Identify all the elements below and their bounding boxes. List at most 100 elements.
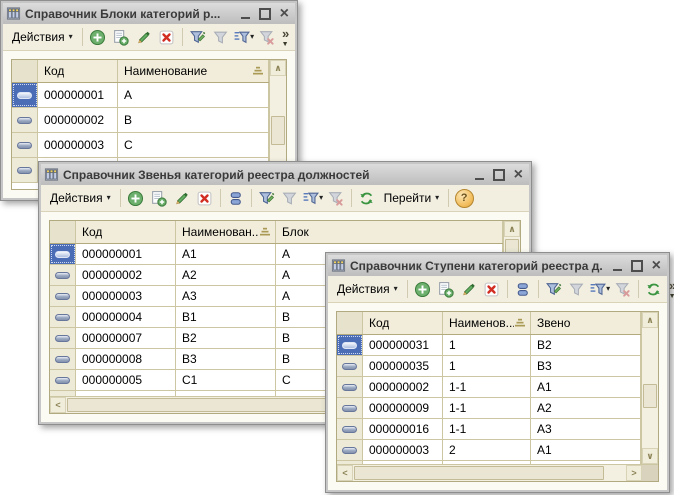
window-directory-steps[interactable]: Справочник Ступени категорий реестра д..… — [325, 252, 670, 493]
filter-history-button[interactable]: ▾ — [233, 26, 255, 48]
delete-button[interactable] — [156, 26, 178, 48]
window-title: Справочник Ступени категорий реестра д..… — [350, 259, 603, 273]
scroll-down-arrow[interactable]: ∨ — [642, 448, 658, 464]
scroll-up-arrow[interactable]: ∧ — [642, 312, 658, 328]
column-header[interactable]: Код — [363, 312, 443, 334]
scrollbar-thumb[interactable] — [643, 384, 657, 408]
scroll-left-arrow[interactable]: < — [50, 397, 66, 413]
column-header[interactable]: Код — [38, 60, 118, 82]
row-marker-cell — [50, 265, 76, 285]
toolbar-overflow-button[interactable]: » ▼ — [666, 278, 674, 301]
add-button[interactable] — [412, 278, 434, 300]
table-row[interactable]: 0000000032A1 — [337, 440, 641, 461]
edit-button[interactable] — [458, 278, 480, 300]
copy-button[interactable] — [148, 187, 170, 209]
chevron-down-icon: ▾ — [107, 194, 111, 202]
vertical-scrollbar[interactable]: ∧ ∨ — [641, 312, 658, 464]
copy-icon — [112, 29, 129, 46]
item-marker-icon — [55, 251, 70, 258]
add-button[interactable] — [87, 26, 109, 48]
horizontal-scrollbar[interactable]: < > — [337, 464, 658, 481]
toolbar-separator — [351, 189, 352, 207]
maximize-button[interactable] — [493, 169, 505, 181]
titlebar[interactable]: Справочник Блоки категорий р... × — [3, 3, 295, 24]
scroll-right-arrow[interactable]: > — [626, 465, 642, 481]
table-row[interactable]: 0000000351B3 — [337, 356, 641, 377]
column-header[interactable]: Наименование — [118, 60, 269, 82]
table-row[interactable]: 000000003C — [12, 133, 269, 158]
column-header[interactable]: Код — [76, 221, 176, 243]
maximize-button[interactable] — [259, 8, 271, 20]
titlebar[interactable]: Справочник Ступени категорий реестра д..… — [328, 255, 667, 276]
hierarchy-view-button[interactable] — [225, 187, 247, 209]
maximize-button[interactable] — [631, 260, 643, 272]
add-button[interactable] — [125, 187, 147, 209]
delete-mark-icon — [196, 190, 213, 207]
delete-button[interactable] — [481, 278, 503, 300]
filter-history-button[interactable]: ▾ — [589, 278, 611, 300]
cell: 000000003 — [76, 286, 176, 306]
column-header[interactable]: Наименов... — [443, 312, 531, 334]
marker-column-header — [50, 221, 76, 243]
copy-button[interactable] — [435, 278, 457, 300]
scroll-up-arrow[interactable]: ∧ — [270, 60, 286, 76]
minimize-button[interactable] — [475, 169, 484, 180]
delete-mark-icon — [483, 281, 500, 298]
sort-indicator-icon — [514, 318, 528, 328]
minimize-button[interactable] — [241, 8, 250, 19]
cell: 000000001 — [38, 83, 118, 107]
row-marker-cell — [50, 349, 76, 369]
titlebar[interactable]: Справочник Звенья категорий реестра долж… — [41, 164, 529, 185]
table-row[interactable]: 0000000311B2 — [337, 335, 641, 356]
hierarchy-view-button[interactable] — [512, 278, 534, 300]
cell: C1 — [176, 370, 276, 390]
table-header-row: КодНаименован...Блок — [50, 221, 503, 244]
cell: 000000008 — [76, 349, 176, 369]
filter-history-button[interactable]: ▾ — [302, 187, 324, 209]
column-header[interactable]: Наименован... — [176, 221, 276, 243]
cell: 2 — [443, 440, 531, 460]
close-button[interactable]: × — [280, 9, 289, 19]
close-button[interactable]: × — [652, 261, 661, 271]
cell: 000000003 — [38, 133, 118, 157]
filter-list-icon — [302, 190, 319, 207]
actions-menu-button[interactable]: Действия ▾ — [45, 187, 116, 209]
filter-settings-button[interactable] — [543, 278, 565, 300]
scroll-left-arrow[interactable]: < — [337, 465, 353, 481]
column-header[interactable]: Звено — [531, 312, 641, 334]
actions-menu-button[interactable]: Действия ▾ — [7, 26, 78, 48]
row-marker-cell — [50, 370, 76, 390]
actions-menu-button[interactable]: Действия ▾ — [332, 278, 403, 300]
goto-menu-button[interactable]: Перейти ▾ — [379, 187, 445, 209]
edit-button[interactable] — [171, 187, 193, 209]
directory-icon — [44, 167, 59, 182]
row-marker-cell — [50, 244, 76, 264]
edit-button[interactable] — [133, 26, 155, 48]
cell: A3 — [176, 286, 276, 306]
refresh-button[interactable] — [643, 278, 665, 300]
scrollbar-thumb[interactable] — [354, 466, 604, 480]
toolbar-overflow-button[interactable]: » ▼ — [279, 26, 292, 49]
copy-icon — [437, 281, 454, 298]
table-row[interactable]: 000000002B — [12, 108, 269, 133]
clear-filter-icon — [258, 29, 275, 46]
table-row[interactable]: 0000000021-1A1 — [337, 377, 641, 398]
scrollbar-thumb[interactable] — [271, 116, 285, 145]
close-button[interactable]: × — [514, 170, 523, 180]
filter-settings-button[interactable] — [256, 187, 278, 209]
delete-button[interactable] — [194, 187, 216, 209]
scroll-up-arrow[interactable]: ∧ — [504, 221, 520, 237]
copy-button[interactable] — [110, 26, 132, 48]
help-button[interactable]: ? — [453, 187, 475, 209]
sort-indicator-icon — [259, 227, 273, 237]
table-row[interactable]: 000000001A — [12, 83, 269, 108]
item-marker-icon — [342, 384, 357, 391]
refresh-button[interactable] — [356, 187, 378, 209]
column-header[interactable]: Блок — [276, 221, 503, 243]
table-row[interactable]: 0000000161-1A3 — [337, 419, 641, 440]
table-row[interactable]: 0000000091-1A2 — [337, 398, 641, 419]
cell: 000000002 — [38, 108, 118, 132]
minimize-button[interactable] — [613, 260, 622, 271]
filter-by-value-button — [210, 26, 232, 48]
filter-settings-button[interactable] — [187, 26, 209, 48]
